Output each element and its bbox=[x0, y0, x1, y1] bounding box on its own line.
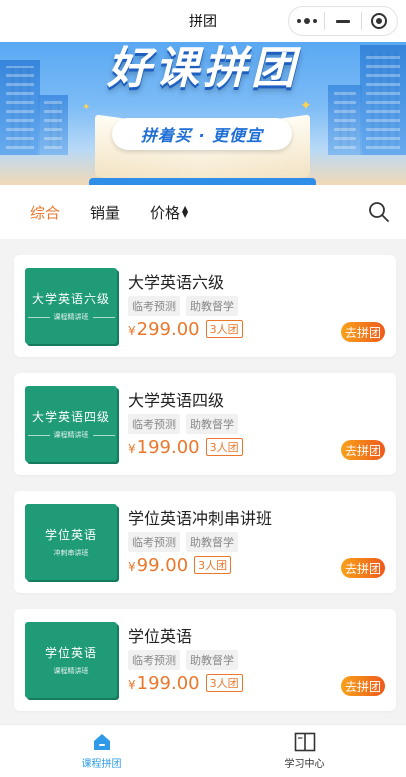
filter-label: 价格 bbox=[150, 203, 181, 222]
course-thumbnail: 大学英语六级 课程精讲班 bbox=[25, 268, 117, 344]
book-icon bbox=[294, 732, 315, 752]
currency-symbol: ¥ bbox=[128, 560, 136, 574]
tag: 助教督学 bbox=[186, 296, 238, 316]
more-button[interactable] bbox=[289, 7, 324, 35]
currency-symbol: ¥ bbox=[128, 324, 136, 338]
tag: 临考预测 bbox=[128, 532, 180, 552]
more-dots-icon bbox=[296, 18, 317, 24]
thumbnail-subtitle: 课程精讲班 bbox=[27, 430, 115, 440]
tag: 临考预测 bbox=[128, 414, 180, 434]
search-icon[interactable] bbox=[368, 201, 390, 223]
group-size-badge: 3人团 bbox=[194, 556, 232, 574]
filter-label: 销量 bbox=[90, 203, 121, 222]
tab-group-courses[interactable]: 课程拼团 bbox=[0, 725, 203, 777]
product-card[interactable]: 学位英语 课程精讲班 学位英语 临考预测 助教督学 ¥ 199.00 3人团 去… bbox=[14, 609, 396, 711]
promo-banner[interactable]: ✦ ✦ 好课拼团 拼着买 · 更便宜 bbox=[0, 42, 406, 185]
tab-label: 学习中心 bbox=[284, 759, 325, 770]
join-group-button[interactable]: 去拼团 bbox=[341, 440, 385, 460]
course-thumbnail: 大学英语四级 课程精讲班 bbox=[25, 386, 117, 462]
tag: 助教督学 bbox=[186, 650, 238, 670]
product-card[interactable]: 学位英语 冲刺串讲班 学位英语冲刺串讲班 临考预测 助教督学 ¥ 99.00 3… bbox=[14, 491, 396, 593]
group-size-badge: 3人团 bbox=[205, 438, 243, 456]
course-thumbnail: 学位英语 课程精讲班 bbox=[25, 622, 117, 698]
price: 199.00 bbox=[136, 673, 200, 694]
product-card[interactable]: 大学英语六级 课程精讲班 大学英语六级 临考预测 助教督学 ¥ 299.00 3… bbox=[14, 255, 396, 357]
product-title: 学位英语冲刺串讲班 bbox=[128, 509, 273, 528]
product-list: 大学英语六级 课程精讲班 大学英语六级 临考预测 助教督学 ¥ 299.00 3… bbox=[14, 255, 396, 727]
filter-sales[interactable]: 销量 bbox=[90, 202, 120, 223]
minimize-icon bbox=[335, 19, 350, 23]
filter-comprehensive[interactable]: 综合 bbox=[30, 202, 60, 223]
currency-symbol: ¥ bbox=[128, 678, 136, 692]
group-size-badge: 3人团 bbox=[205, 674, 243, 692]
banner-slogan: 拼着买 · 更便宜 bbox=[112, 118, 292, 150]
mini-program-capsule bbox=[288, 6, 398, 36]
price-row: ¥ 99.00 3人团 bbox=[128, 555, 232, 576]
nav-bar: 拼团 bbox=[0, 0, 406, 42]
close-button[interactable] bbox=[362, 7, 397, 35]
thumbnail-title: 学位英语 bbox=[44, 528, 97, 542]
price-row: ¥ 199.00 3人团 bbox=[128, 437, 243, 458]
price-row: ¥ 299.00 3人团 bbox=[128, 319, 243, 340]
thumbnail-title: 大学英语四级 bbox=[31, 410, 110, 424]
group-size-badge: 3人团 bbox=[205, 320, 243, 338]
tab-label: 课程拼团 bbox=[81, 759, 122, 770]
page-title: 拼团 bbox=[189, 14, 217, 30]
product-title: 学位英语 bbox=[128, 627, 193, 646]
tag: 助教督学 bbox=[186, 414, 238, 434]
thumbnail-title: 大学英语六级 bbox=[31, 292, 110, 306]
thumbnail-subtitle: 冲刺串讲班 bbox=[53, 549, 89, 557]
close-target-icon bbox=[371, 13, 388, 29]
sort-arrows-icon: ▲ ▼ bbox=[182, 204, 189, 219]
price: 299.00 bbox=[136, 319, 200, 340]
product-title: 大学英语六级 bbox=[128, 273, 225, 292]
banner-title: 好课拼团 bbox=[107, 43, 299, 94]
minimize-button[interactable] bbox=[325, 7, 360, 35]
filter-bar: 综合 销量 价格 ▲ ▼ bbox=[0, 185, 406, 239]
thumbnail-title: 学位英语 bbox=[44, 646, 97, 660]
join-group-button[interactable]: 去拼团 bbox=[341, 322, 385, 342]
tag: 助教督学 bbox=[186, 532, 238, 552]
filter-price[interactable]: 价格 ▲ ▼ bbox=[150, 202, 188, 223]
product-tags: 临考预测 助教督学 bbox=[128, 414, 238, 434]
thumbnail-subtitle: 课程精讲班 bbox=[27, 312, 115, 322]
bottom-tab-bar: 课程拼团 学习中心 bbox=[0, 724, 406, 777]
product-tags: 临考预测 助教督学 bbox=[128, 296, 238, 316]
product-tags: 临考预测 助教督学 bbox=[128, 532, 238, 552]
join-group-button[interactable]: 去拼团 bbox=[341, 558, 385, 578]
home-icon bbox=[93, 734, 110, 750]
product-title: 大学英语四级 bbox=[128, 391, 225, 410]
price: 99.00 bbox=[136, 555, 189, 576]
course-thumbnail: 学位英语 冲刺串讲班 bbox=[25, 504, 117, 580]
product-tags: 临考预测 助教督学 bbox=[128, 650, 238, 670]
filter-label: 综合 bbox=[30, 203, 61, 222]
tag: 临考预测 bbox=[128, 296, 180, 316]
price-row: ¥ 199.00 3人团 bbox=[128, 673, 243, 694]
tab-learning-center[interactable]: 学习中心 bbox=[203, 725, 406, 777]
thumbnail-subtitle: 课程精讲班 bbox=[53, 667, 89, 675]
price: 199.00 bbox=[136, 437, 200, 458]
tag: 临考预测 bbox=[128, 650, 180, 670]
product-card[interactable]: 大学英语四级 课程精讲班 大学英语四级 临考预测 助教督学 ¥ 199.00 3… bbox=[14, 373, 396, 475]
currency-symbol: ¥ bbox=[128, 442, 136, 456]
join-group-button[interactable]: 去拼团 bbox=[341, 676, 385, 696]
